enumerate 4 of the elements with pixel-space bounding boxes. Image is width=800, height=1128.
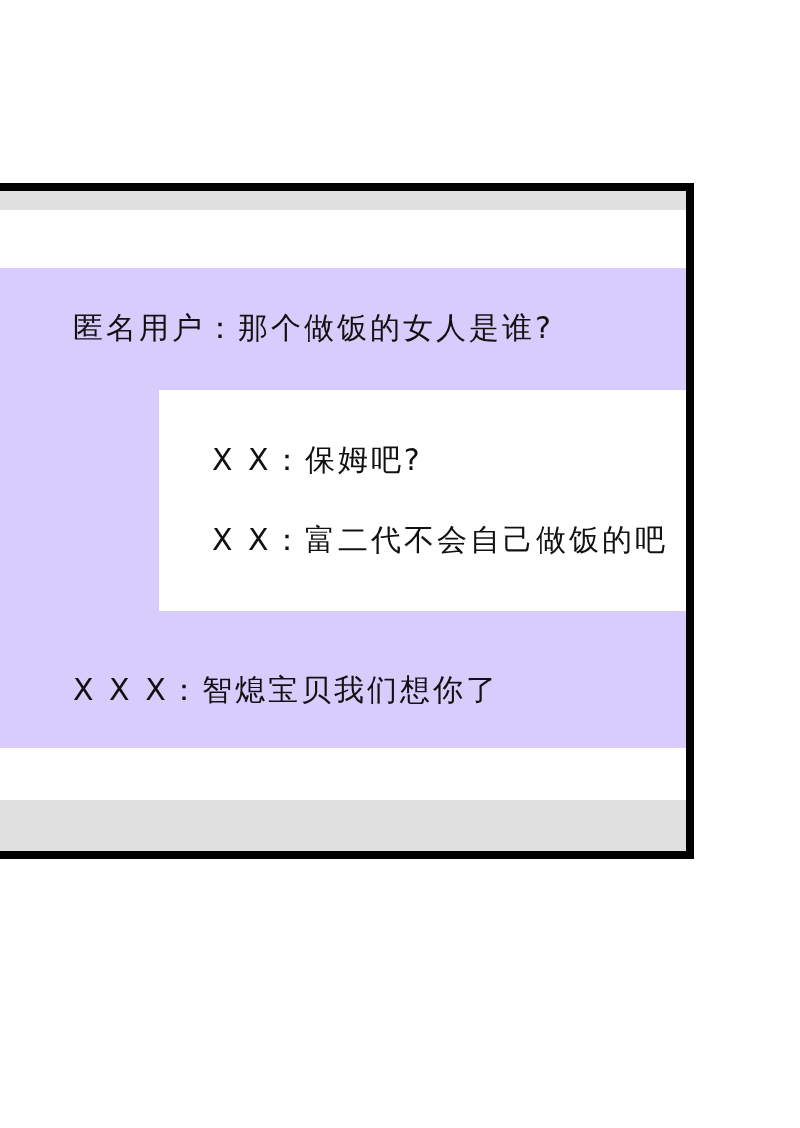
reply-text: X X：富二代不会自己做饭的吧 [212, 521, 668, 559]
comment-text: 匿名用户：那个做饭的女人是谁? [73, 309, 554, 347]
comment-text: X X X：智熄宝贝我们想你了 [73, 671, 499, 709]
reply-text: X X：保姆吧? [212, 441, 423, 479]
